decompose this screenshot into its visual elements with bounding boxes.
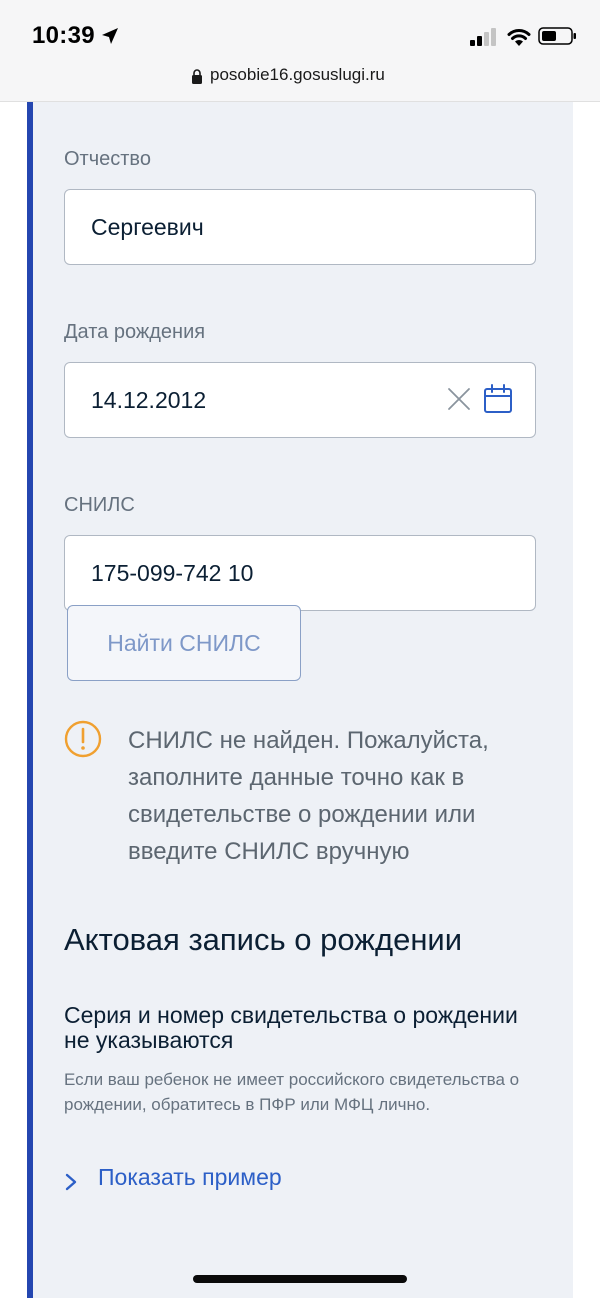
birth-record-title: Актовая запись о рождении: [64, 922, 463, 957]
location-arrow-icon: [102, 28, 118, 44]
wifi-icon: [507, 29, 531, 46]
url-text[interactable]: posobie16.gosuslugi.ru: [210, 65, 385, 85]
cellular-signal-icon: [470, 28, 496, 46]
birth-date-field[interactable]: 14.12.2012: [64, 362, 536, 438]
form-card: [33, 102, 573, 1298]
chevron-right-icon[interactable]: [64, 1172, 78, 1192]
battery-icon: [538, 27, 576, 45]
certificate-hint: Если ваш ребенок не имеет российского св…: [64, 1070, 520, 1114]
snils-label: СНИЛС: [64, 494, 135, 516]
find-snils-button[interactable]: Найти СНИЛС: [67, 605, 301, 681]
birth-date-value: 14.12.2012: [91, 387, 207, 413]
warning-icon: [64, 720, 102, 758]
clear-icon[interactable]: [447, 387, 471, 411]
lock-icon: [192, 69, 202, 84]
page-content: [0, 102, 600, 1298]
patronymic-field[interactable]: Сергеевич: [64, 189, 536, 265]
birth-date-label: Дата рождения: [64, 321, 206, 343]
home-indicator[interactable]: [193, 1275, 407, 1283]
status-time: 10:39: [32, 22, 95, 49]
certificate-subtitle: Серия и номер свидетельства о рождении н…: [64, 1002, 518, 1053]
status-bar: 10:39: [0, 0, 600, 62]
patronymic-label: Отчество: [64, 148, 151, 170]
calendar-icon[interactable]: [483, 384, 513, 414]
snils-value: 175-099-742 10: [91, 560, 254, 586]
patronymic-value: Сергеевич: [91, 214, 204, 240]
snils-field[interactable]: 175-099-742 10: [64, 535, 536, 611]
browser-url-bar[interactable]: posobie16.gosuslugi.ru: [0, 62, 600, 102]
snils-not-found-warning: СНИЛС не найден. Пожалуйста, заполните д…: [128, 727, 489, 865]
show-example-link[interactable]: Показать пример: [98, 1164, 282, 1191]
